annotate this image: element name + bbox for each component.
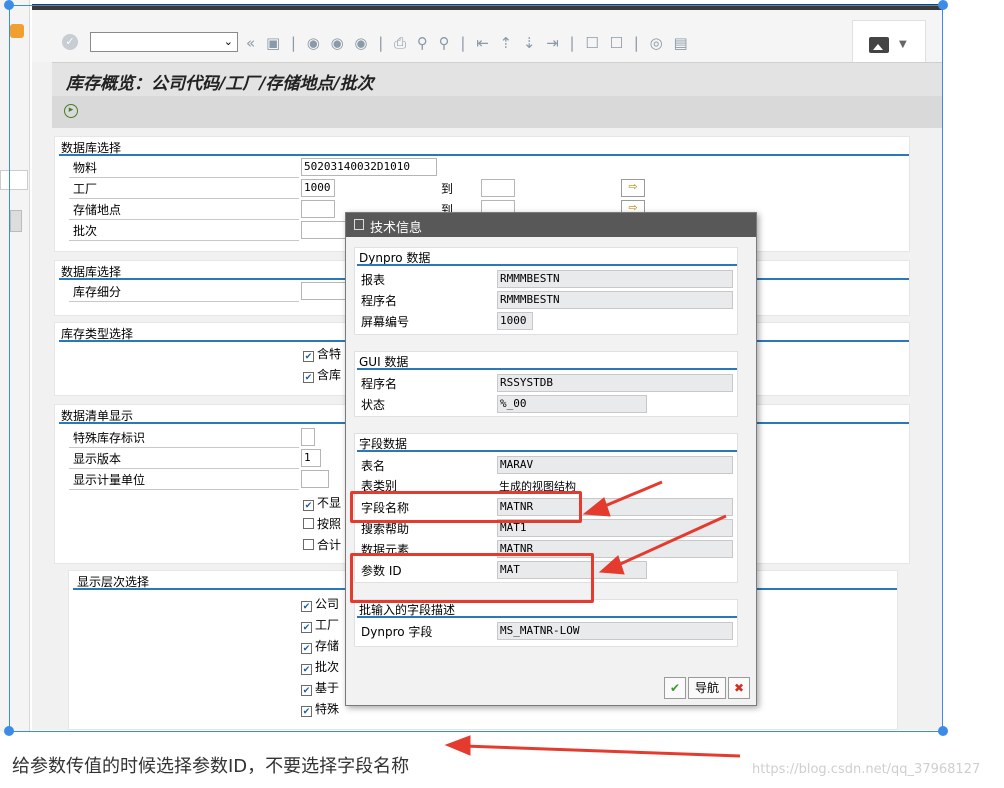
resize-handle[interactable] [4,0,14,10]
arrow-head [598,555,625,575]
watermark-text: https://blog.csdn.net/qq_37968127 [752,762,981,777]
arrow-to-parameter-id [615,514,727,568]
arrow-head [444,735,471,756]
selection-border-left [9,5,10,732]
selection-border-top [9,5,943,6]
resize-handle[interactable] [938,726,948,736]
selection-border-bottom [9,731,943,732]
arrow-to-field-name [599,480,663,510]
annotation-arrows [444,480,741,758]
resize-handle[interactable] [4,726,14,736]
arrow-head [582,497,611,517]
resize-handle[interactable] [938,0,948,10]
arrow-to-caption [463,744,741,758]
caption-text: 给参数传值的时候选择参数ID，不要选择字段名称 [12,756,410,777]
selection-border-right [942,5,943,732]
